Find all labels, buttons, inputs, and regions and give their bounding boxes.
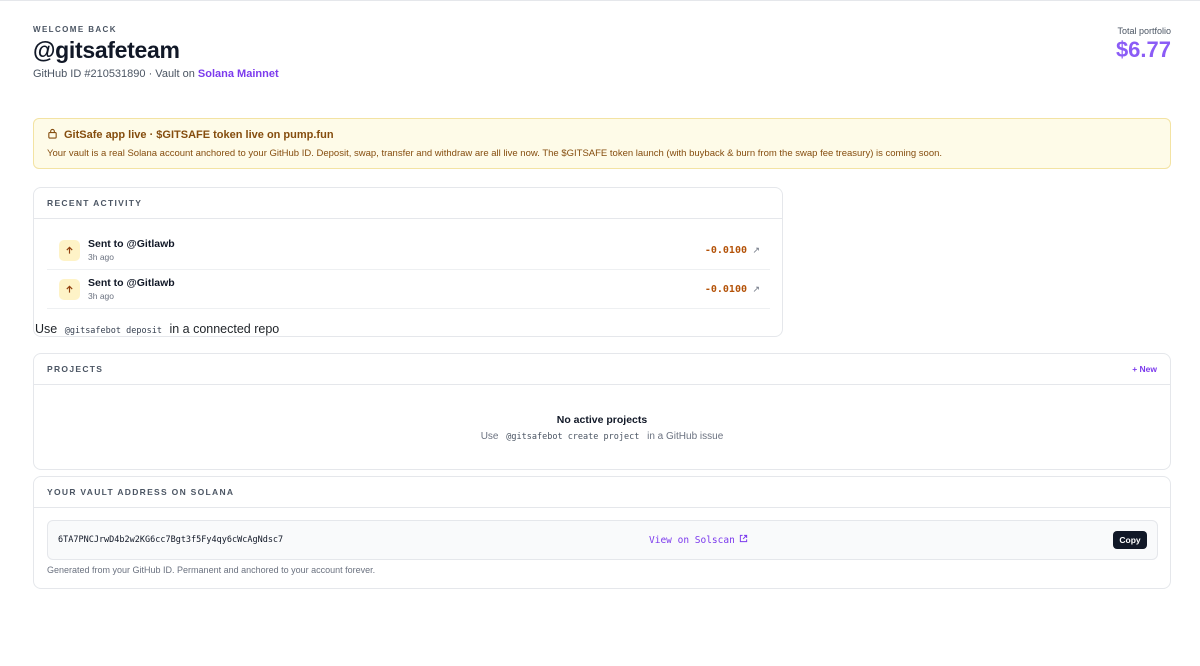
empty-prefix: Use	[480, 431, 499, 442]
portfolio-label: Total portfolio	[1117, 26, 1171, 36]
projects-empty-state: No active projects Use @gitsafebot creat…	[34, 414, 1170, 442]
copy-button[interactable]: Copy	[1113, 531, 1147, 549]
lock-icon	[47, 128, 58, 142]
announcement-banner: GitSafe app live · $GITSAFE token live o…	[33, 118, 1171, 169]
arrow-up-icon	[59, 239, 80, 261]
github-id-text: GitHub ID #210531890 · Vault on	[33, 68, 195, 80]
empty-command: @gitsafebot create project	[506, 432, 640, 442]
vault-address-box: 6TA7PNCJrwD4b2w2KG6cc7Bgt3f5Fy4qy6cWcAgN…	[47, 520, 1158, 560]
activity-row[interactable]: Sent to @Gitlawb 3h ago -0.0100 ↗	[47, 270, 770, 309]
deposit-hint: Use @gitsafebot deposit in a connected r…	[35, 322, 279, 336]
activity-header: RECENT ACTIVITY	[34, 188, 782, 219]
hint-suffix: in a connected repo	[169, 322, 280, 336]
solscan-link[interactable]: View on Solscan	[649, 534, 748, 546]
empty-suffix: in a GitHub issue	[647, 431, 724, 442]
external-link-icon	[739, 534, 748, 546]
empty-hint: Use @gitsafebot create project in a GitH…	[34, 431, 1170, 442]
activity-title-text: Sent to @Gitlawb	[88, 238, 175, 250]
projects-header: PROJECTS + New	[34, 354, 1170, 385]
banner-body: Your vault is a real Solana account anch…	[47, 148, 943, 159]
vault-note: Generated from your GitHub ID. Permanent…	[47, 565, 376, 575]
portfolio-value: $6.77	[1115, 37, 1171, 62]
external-link-icon[interactable]: ↗	[752, 284, 760, 295]
activity-row[interactable]: Sent to @Gitlawb 3h ago -0.0100 ↗	[47, 231, 770, 270]
portfolio-summary: Total portfolio $6.77	[1116, 26, 1171, 63]
activity-text: Sent to @Gitlawb 3h ago	[88, 277, 175, 301]
activity-amount: -0.0100	[704, 283, 747, 295]
activity-amount: -0.0100	[704, 244, 747, 256]
network-link[interactable]: Solana Mainnet	[198, 68, 279, 80]
empty-title: No active projects	[556, 414, 648, 426]
welcome-header: WELCOME BACK @gitsafeteam GitHub ID #210…	[33, 25, 279, 80]
activity-title-text: Sent to @Gitlawb	[88, 277, 175, 289]
activity-time: 3h ago	[88, 252, 114, 262]
recent-activity-card: RECENT ACTIVITY Sent to @Gitlawb 3h ago …	[33, 187, 783, 337]
hint-command: @gitsafebot deposit	[64, 326, 162, 336]
external-link-icon[interactable]: ↗	[752, 245, 760, 256]
activity-title: RECENT ACTIVITY	[47, 198, 143, 208]
arrow-up-icon	[59, 278, 80, 300]
vault-header: YOUR VAULT ADDRESS ON SOLANA	[34, 477, 1170, 508]
hint-prefix: Use	[35, 322, 58, 336]
projects-card: PROJECTS + New No active projects Use @g…	[33, 353, 1171, 470]
banner-title: GitSafe app live · $GITSAFE token live o…	[64, 129, 334, 141]
solscan-label: View on Solscan	[649, 534, 735, 546]
activity-text: Sent to @Gitlawb 3h ago	[88, 238, 175, 262]
vault-title: YOUR VAULT ADDRESS ON SOLANA	[47, 487, 235, 497]
banner-title-row: GitSafe app live · $GITSAFE token live o…	[47, 128, 1157, 142]
welcome-eyebrow: WELCOME BACK	[33, 25, 117, 34]
activity-time: 3h ago	[88, 291, 114, 301]
username-heading: @gitsafeteam	[33, 37, 180, 63]
projects-title: PROJECTS	[47, 364, 104, 374]
vault-address[interactable]: 6TA7PNCJrwD4b2w2KG6cc7Bgt3f5Fy4qy6cWcAgN…	[58, 535, 283, 545]
github-id-line: GitHub ID #210531890 · Vault on Solana M…	[33, 68, 279, 80]
vault-address-card: YOUR VAULT ADDRESS ON SOLANA 6TA7PNCJrwD…	[33, 476, 1171, 589]
new-project-button[interactable]: + New	[1132, 364, 1157, 374]
